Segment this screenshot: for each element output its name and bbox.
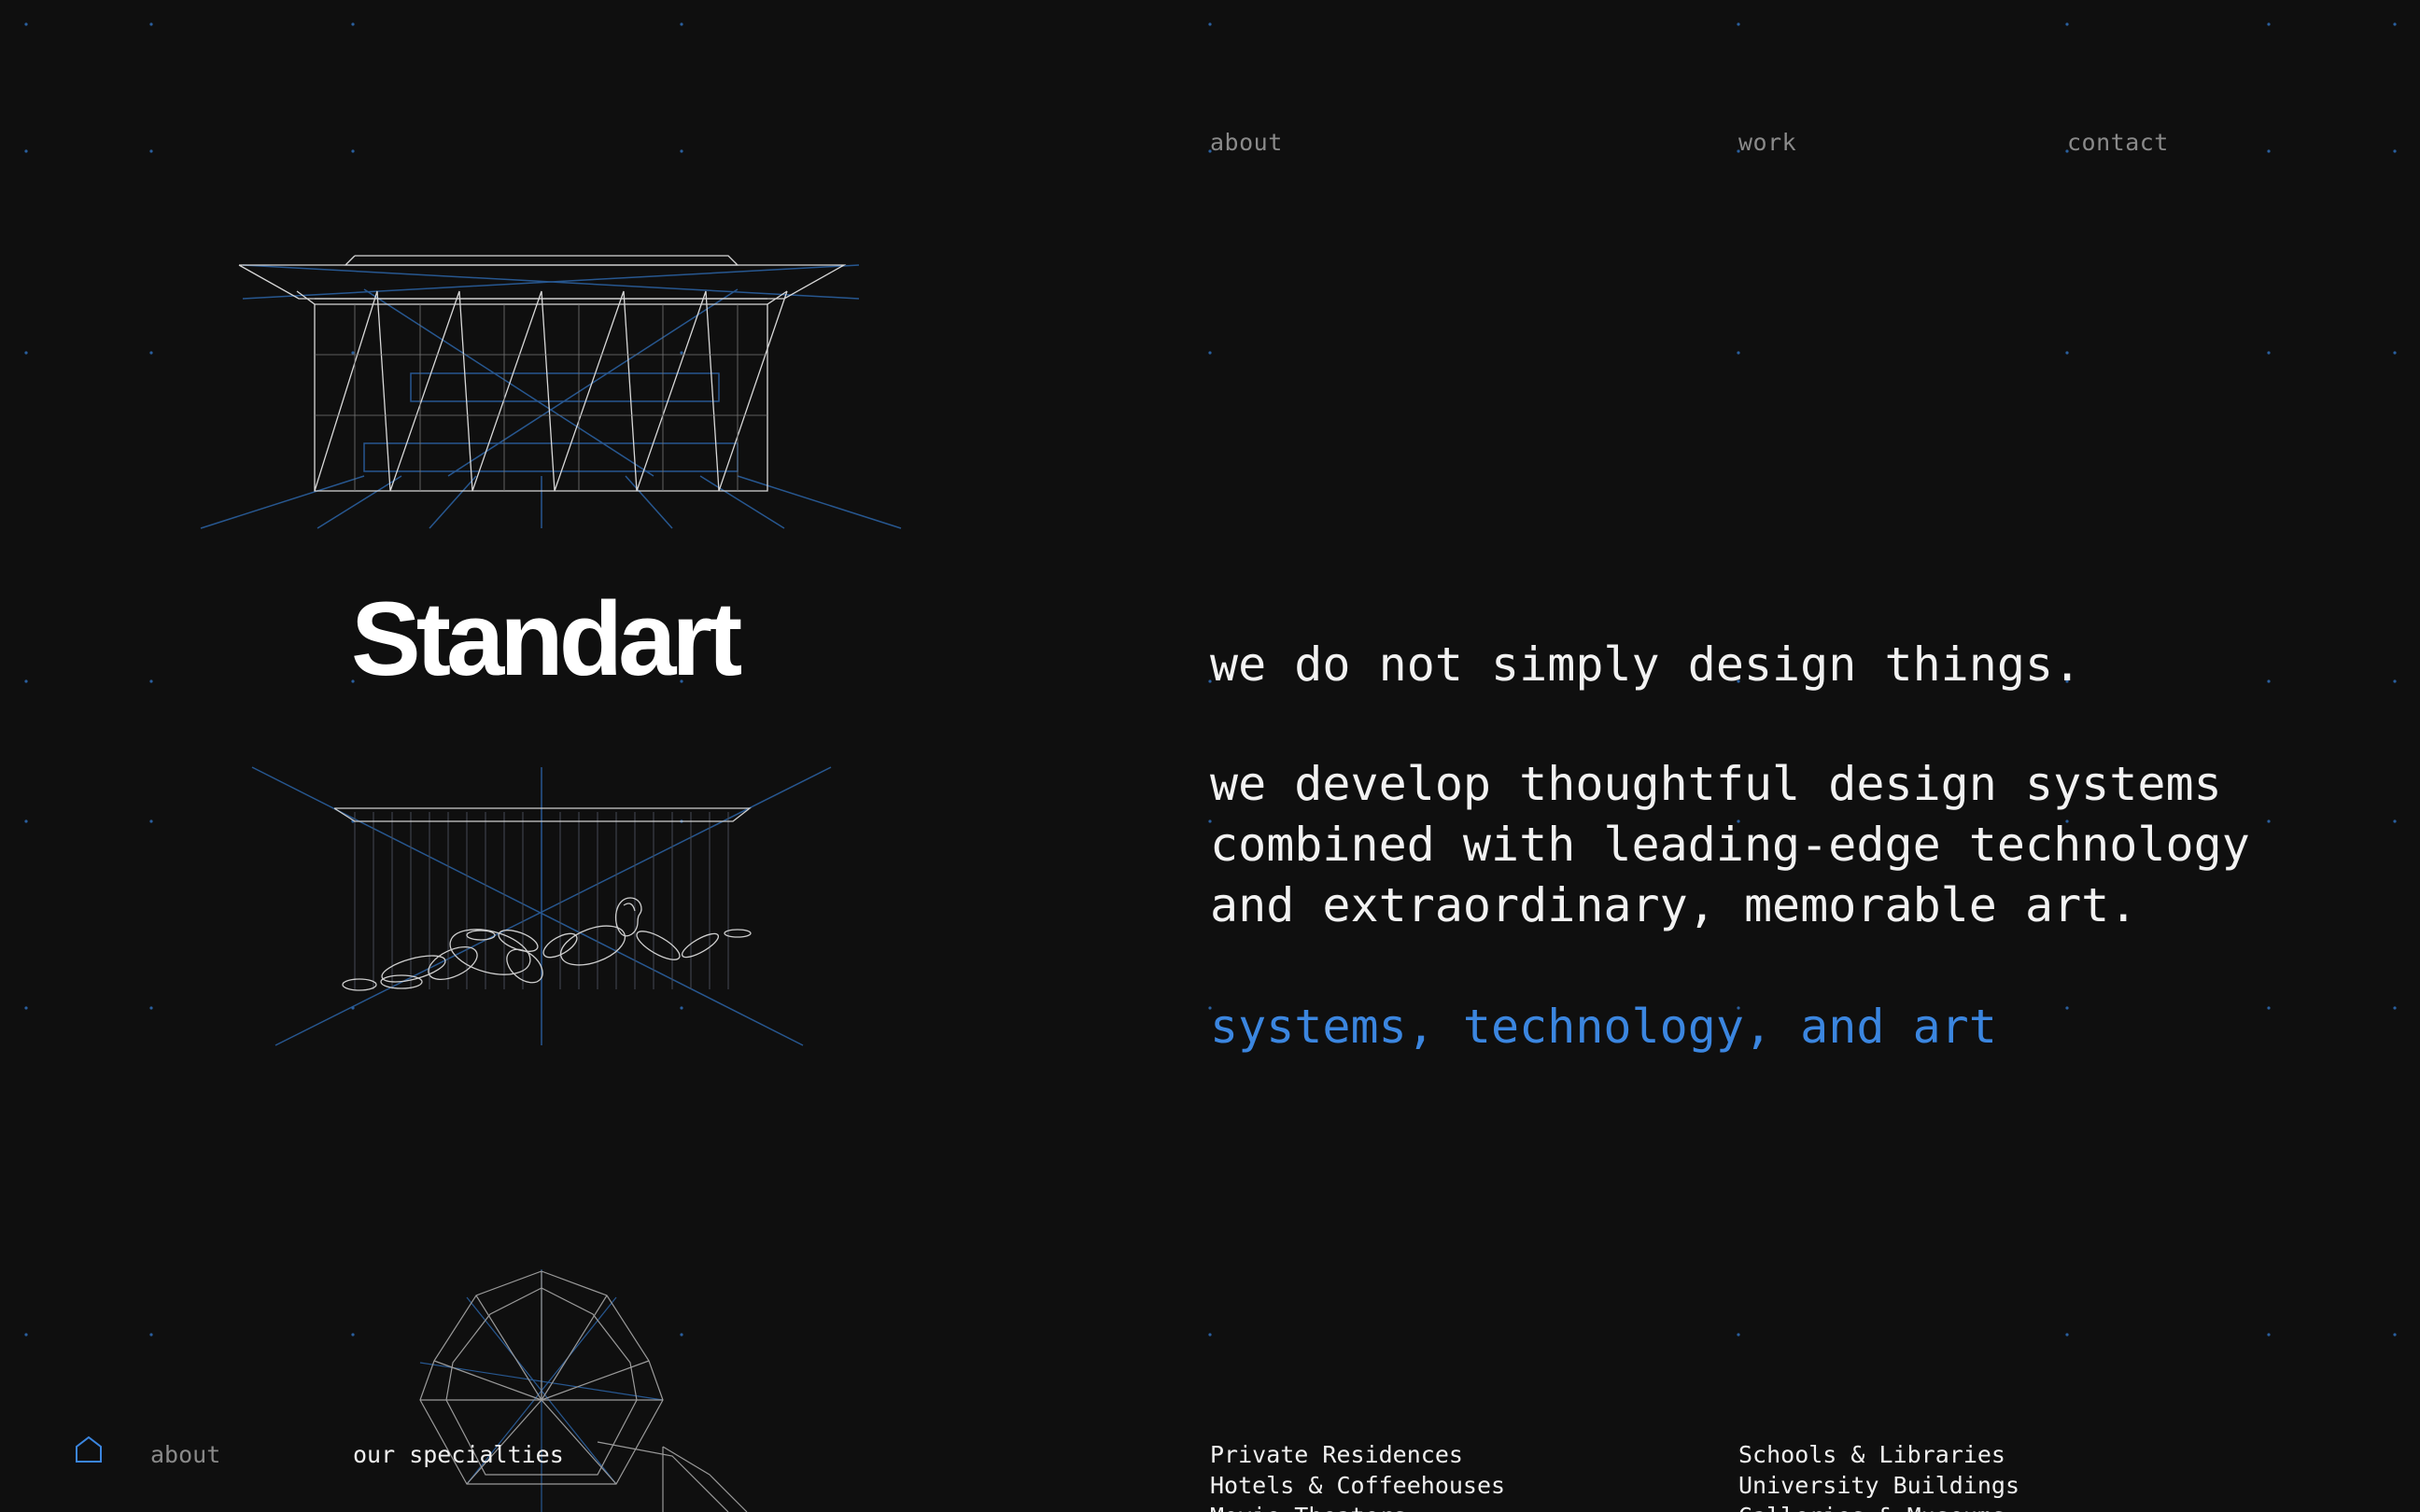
- specialty-item: Movie Theaters: [1210, 1501, 1505, 1512]
- hero-paragraph: we develop thoughtful design systems com…: [1210, 754, 2250, 936]
- grid-dot: [2065, 1333, 2069, 1337]
- grid-dot: [24, 1006, 28, 1010]
- hero-paragraph-line: and extraordinary, memorable art.: [1210, 878, 2138, 932]
- grid-dot: [24, 679, 28, 683]
- hero-statement: we do not simply design things.: [1210, 637, 2082, 692]
- hero-paragraph-line: combined with leading-edge technology: [1210, 818, 2250, 872]
- grid-dot: [2393, 22, 2397, 26]
- specialty-item: Schools & Libraries: [1738, 1441, 2005, 1468]
- grid-dot: [2393, 679, 2397, 683]
- grid-dot: [351, 22, 355, 26]
- home-icon[interactable]: [73, 1434, 105, 1465]
- grid-dot: [24, 819, 28, 823]
- footer-link-about[interactable]: about: [150, 1439, 220, 1470]
- grid-dot: [149, 149, 153, 153]
- specialties-list-col1: Private Residences Hotels & Coffeehouses…: [1210, 1439, 1505, 1512]
- grid-dot: [1737, 1333, 1740, 1337]
- grid-dot: [351, 149, 355, 153]
- nav-link-work[interactable]: work: [1738, 129, 1796, 156]
- grid-dot: [1208, 1333, 1212, 1337]
- dome-polyhedron-illustration: [419, 1269, 748, 1512]
- specialty-item: Private Residences: [1210, 1441, 1463, 1468]
- grid-dot: [2267, 679, 2271, 683]
- specialty-item: Galleries & Museums: [1738, 1501, 2019, 1512]
- grid-dot: [2393, 1006, 2397, 1010]
- grid-dot: [1208, 351, 1212, 355]
- grid-dot: [1737, 22, 1740, 26]
- hero-tagline: systems, technology, and art: [1210, 1000, 1997, 1054]
- nav-link-contact[interactable]: contact: [2067, 129, 2169, 156]
- grid-dot: [2267, 1333, 2271, 1337]
- grid-dot: [2267, 22, 2271, 26]
- grid-dot: [351, 1333, 355, 1337]
- grid-dot: [2065, 351, 2069, 355]
- grid-dot: [149, 22, 153, 26]
- grid-dot: [1208, 22, 1212, 26]
- grid-dot: [149, 1006, 153, 1010]
- grid-dot: [2393, 351, 2397, 355]
- building-wireframe-illustration: [200, 255, 902, 529]
- grid-dot: [680, 22, 683, 26]
- grid-dot: [2393, 819, 2397, 823]
- grid-dot: [2393, 1333, 2397, 1337]
- grid-dot: [24, 22, 28, 26]
- grid-dot: [2267, 351, 2271, 355]
- grid-dot: [2267, 149, 2271, 153]
- grid-dot: [149, 679, 153, 683]
- grid-dot: [24, 1333, 28, 1337]
- grid-dot: [149, 351, 153, 355]
- grid-dot: [2065, 22, 2069, 26]
- grid-dot: [2393, 149, 2397, 153]
- specialty-item: Hotels & Coffeehouses: [1210, 1472, 1506, 1499]
- nav-link-about[interactable]: about: [1210, 129, 1283, 156]
- grid-dot: [2065, 1006, 2069, 1010]
- grid-dot: [149, 819, 153, 823]
- grid-dot: [680, 149, 683, 153]
- brand-logo[interactable]: Standart: [351, 583, 742, 695]
- figure-pebbles-illustration: [251, 766, 832, 1046]
- grid-dot: [2267, 1006, 2271, 1010]
- specialties-heading: our specialties: [353, 1441, 564, 1468]
- grid-dot: [24, 351, 28, 355]
- specialty-item: University Buildings: [1738, 1472, 2020, 1499]
- grid-dot: [1737, 351, 1740, 355]
- grid-dot: [24, 149, 28, 153]
- specialties-list-col2: Schools & Libraries University Buildings…: [1738, 1439, 2019, 1512]
- grid-dot: [2267, 819, 2271, 823]
- grid-dot: [149, 1333, 153, 1337]
- hero-paragraph-line: we develop thoughtful design systems: [1210, 757, 2222, 811]
